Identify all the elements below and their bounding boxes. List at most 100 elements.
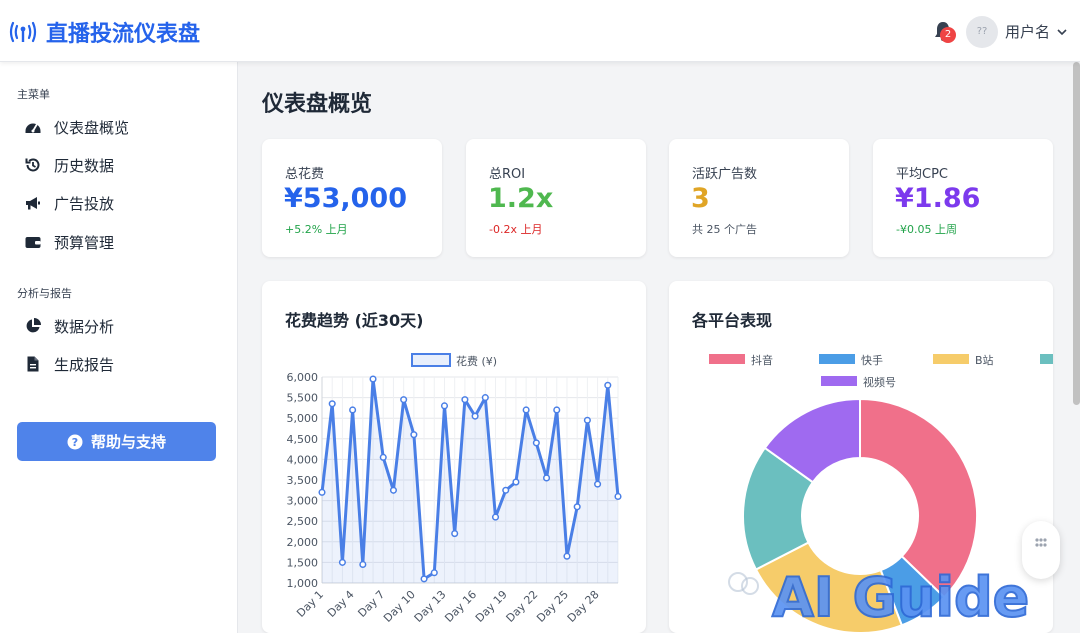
legend-label: 花费 (¥): [456, 355, 497, 368]
data-point: [573, 503, 581, 511]
sidebar-item-label: 仪表盘概览: [54, 118, 130, 137]
sidebar-item-analysis[interactable]: 数据分析: [24, 311, 114, 341]
top-bar: 直播投流仪表盘 2 ?? 用户名: [0, 0, 1080, 62]
data-point: [338, 558, 346, 566]
data-point: [594, 480, 602, 488]
stat-change: +5.2% 上月: [285, 223, 348, 236]
sidebar-item-history[interactable]: 历史数据: [24, 150, 114, 180]
x-tick-label: Day 1: [294, 588, 326, 620]
data-point: [563, 552, 571, 560]
avatar[interactable]: ??: [966, 16, 998, 48]
data-point: [318, 488, 326, 496]
x-tick-label: Day 25: [534, 588, 571, 625]
x-tick-label: Day 16: [442, 588, 479, 625]
data-point: [543, 474, 551, 482]
sidebar-item-dashboard[interactable]: 仪表盘概览: [24, 112, 129, 142]
stat-value: 1.2x: [488, 183, 554, 214]
main-content: 仪表盘概览 总花费 ¥53,000 +5.2% 上月 总ROI 1.2x -0.…: [238, 62, 1080, 633]
spend-trend-chart: 花费 (¥) 1,000 1,500 2,000 2,500 3,000 3,500 4,00…: [287, 353, 622, 625]
x-tick-label: Day 10: [381, 588, 418, 625]
data-point: [502, 486, 510, 494]
legend-label: 视频号: [863, 375, 896, 389]
x-tick-label: Day 19: [473, 588, 510, 625]
y-tick-label: 2,000: [287, 536, 319, 549]
y-tick-label: 5,000: [287, 412, 319, 425]
sidebar-item-label: 数据分析: [54, 317, 115, 336]
stat-card-total-spend: 总花费 ¥53,000 +5.2% 上月: [262, 139, 442, 257]
sidebar-section-main: 主菜单: [17, 88, 50, 101]
data-point: [400, 396, 408, 404]
legend-swatch: [933, 354, 969, 364]
data-point: [481, 394, 489, 402]
spend-trend-card: 花费趋势 (近30天) 花费 (¥) 1,000 1,500 2,000 2,500 3,…: [262, 281, 646, 633]
megaphone-icon: [26, 197, 40, 210]
ai-guide-watermark-logo: AI Guide: [728, 565, 1030, 630]
data-point: [389, 486, 397, 494]
legend-label: B站: [975, 353, 994, 367]
svg-text:?: ?: [72, 436, 78, 449]
y-tick-label: 5,500: [287, 392, 319, 405]
y-tick-label: 3,000: [287, 495, 319, 508]
legend-swatch: [709, 354, 745, 364]
stat-label: 总ROI: [489, 167, 526, 182]
wallet-icon: [25, 237, 41, 248]
data-point: [614, 492, 622, 501]
sidebar-item-label: 广告投放: [54, 194, 115, 213]
data-point: [471, 412, 479, 420]
data-point: [491, 513, 500, 521]
x-tick-label: Day 13: [412, 588, 449, 625]
stat-card-roi: 总ROI 1.2x -0.2x 上月: [466, 139, 646, 257]
sidebar-item-report[interactable]: 生成报告: [24, 349, 114, 379]
data-point: [369, 375, 377, 383]
help-support-button[interactable]: ? 帮助与支持: [17, 422, 216, 461]
data-point: [410, 431, 418, 439]
username-label: 用户名: [1005, 23, 1051, 41]
data-point: [553, 406, 561, 414]
data-point: [359, 560, 367, 569]
file-icon: [27, 356, 39, 372]
data-point: [451, 530, 459, 538]
user-menu[interactable]: 用户名: [1005, 21, 1068, 42]
sidebar-item-label: 预算管理: [54, 233, 115, 252]
help-support-label: 帮助与支持: [90, 433, 166, 451]
y-tick-label: 4,000: [287, 453, 319, 466]
y-tick-label: 6,000: [287, 371, 319, 384]
stat-change: -¥0.05 上周: [896, 223, 957, 236]
chevron-down-icon: [1057, 28, 1067, 35]
data-point: [512, 478, 520, 486]
x-tick-label: Day 4: [325, 588, 357, 620]
sidebar-section-analysis: 分析与报告: [17, 287, 72, 300]
app-title: 直播投流仪表盘: [46, 22, 201, 47]
stat-value: ¥1.86: [895, 183, 981, 214]
x-tick-label: Day 28: [565, 588, 602, 625]
stat-card-active-ads: 活跃广告数 3 共 25 个广告: [669, 139, 849, 257]
y-tick-label: 2,500: [287, 515, 319, 528]
data-point: [379, 453, 387, 461]
data-point: [420, 575, 428, 583]
dashboard-icon: [25, 123, 41, 133]
data-point: [583, 416, 591, 424]
y-tick-label: 1,000: [287, 577, 319, 590]
stat-value: 3: [691, 183, 710, 214]
stat-change: 共 25 个广告: [692, 223, 757, 236]
y-tick-label: 4,500: [287, 433, 319, 446]
data-point: [430, 569, 438, 577]
broadcast-tower-icon: [9, 21, 37, 43]
history-icon: [25, 158, 40, 172]
svg-text:AI Guide: AI Guide: [772, 566, 1029, 629]
scrollbar-thumb[interactable]: [1073, 62, 1080, 405]
data-point: [349, 406, 357, 414]
sidebar: 主菜单 仪表盘概览 历史数据 广告投放 预算管理 分析与报告 数据分析 生成报告…: [0, 62, 238, 633]
data-point: [461, 396, 469, 404]
sidebar-item-budget[interactable]: 预算管理: [24, 227, 114, 257]
y-tick-label: 3,500: [287, 474, 319, 487]
legend-label: 抖音: [751, 353, 773, 367]
pie-chart-icon: [26, 318, 41, 333]
stat-change: -0.2x 上月: [489, 223, 543, 236]
sidebar-item-label: 历史数据: [54, 156, 115, 175]
sidebar-item-ads[interactable]: 广告投放: [24, 188, 114, 218]
legend-swatch: [1040, 354, 1053, 364]
data-point: [328, 400, 336, 408]
data-point: [532, 439, 540, 447]
brand[interactable]: 直播投流仪表盘: [8, 16, 200, 48]
